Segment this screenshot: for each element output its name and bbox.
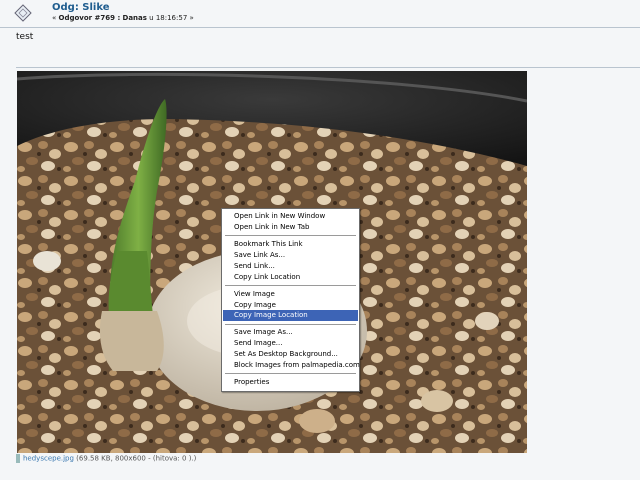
post-body: test	[16, 32, 34, 42]
menu-bookmark-link[interactable]: Bookmark This Link	[223, 239, 358, 250]
menu-open-link-new-window[interactable]: Open Link in New Window	[223, 211, 358, 222]
menu-separator	[225, 324, 356, 325]
context-menu: Open Link in New Window Open Link in New…	[221, 208, 360, 392]
post-diamond-icon	[14, 4, 32, 22]
attachment-icon	[16, 454, 20, 463]
menu-copy-link-location[interactable]: Copy Link Location	[223, 272, 358, 283]
menu-copy-image-location[interactable]: Copy Image Location	[223, 310, 358, 321]
time-prefix: u	[146, 14, 156, 22]
post-header: Odg: Slike « Odgovor #769 : Danas u 18:1…	[0, 0, 640, 27]
menu-properties[interactable]: Properties	[223, 377, 358, 388]
menu-separator	[225, 373, 356, 374]
menu-save-image-as[interactable]: Save Image As...	[223, 327, 358, 338]
menu-send-image[interactable]: Send Image...	[223, 338, 358, 349]
image-filename-link[interactable]: hedyscepe.jpg	[23, 455, 74, 463]
menu-open-link-new-tab[interactable]: Open Link in New Tab	[223, 222, 358, 233]
post-time: 18:16:57	[155, 14, 188, 22]
menu-set-desktop-background[interactable]: Set As Desktop Background...	[223, 349, 358, 360]
reply-number[interactable]: Odgovor #769 :	[59, 14, 121, 22]
meta-suffix: »	[187, 14, 194, 22]
post-title[interactable]: Odg: Slike	[52, 2, 110, 13]
menu-send-link[interactable]: Send Link...	[223, 261, 358, 272]
menu-separator	[225, 285, 356, 286]
image-caption: hedyscepe.jpg (69.58 KB, 800x600 - (hito…	[16, 454, 196, 463]
post-meta: « Odgovor #769 : Danas u 18:16:57 »	[52, 14, 194, 22]
menu-view-image[interactable]: View Image	[223, 289, 358, 300]
menu-save-link-as[interactable]: Save Link As...	[223, 250, 358, 261]
menu-separator	[225, 235, 356, 236]
post-author: Danas	[122, 14, 147, 22]
header-divider	[0, 27, 640, 28]
body-divider	[16, 67, 640, 68]
image-info: (69.58 KB, 800x600 - (hitova: 0 ).)	[73, 454, 197, 463]
menu-block-images[interactable]: Block Images from palmapedia.com	[223, 360, 360, 371]
